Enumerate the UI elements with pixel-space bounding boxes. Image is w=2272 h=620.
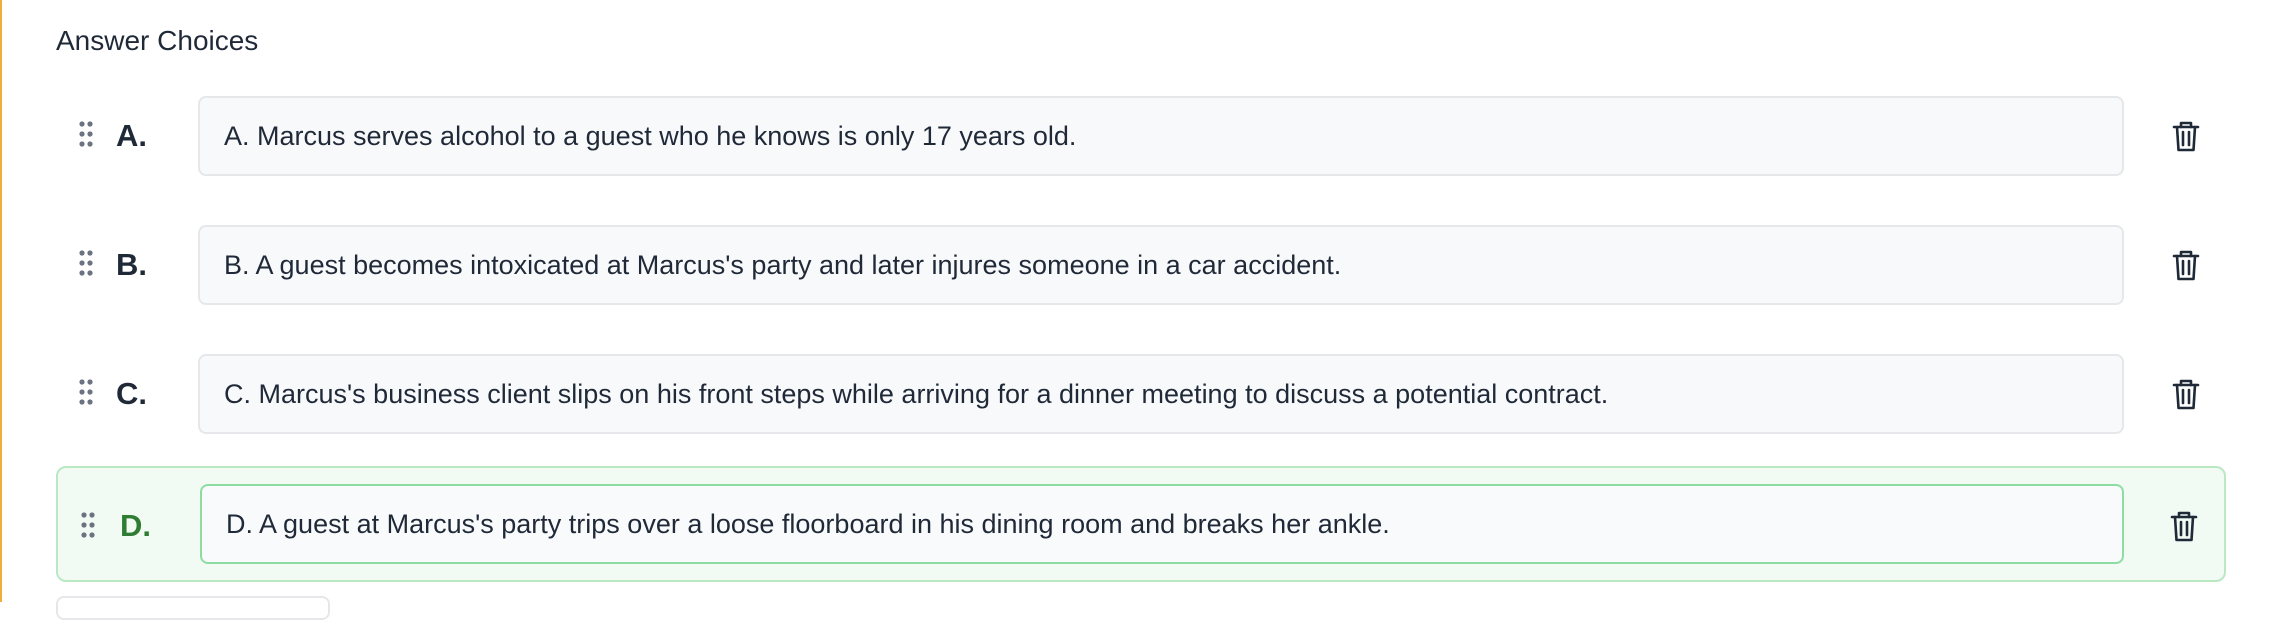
- answer-choice-row-a: A.: [56, 96, 2226, 176]
- delete-choice-button[interactable]: [2166, 116, 2206, 156]
- answer-choice-row-b: B.: [56, 225, 2226, 305]
- choice-text-input[interactable]: [198, 96, 2124, 176]
- drag-handle-icon[interactable]: [78, 378, 94, 406]
- choice-letter: D.: [120, 508, 151, 543]
- choice-text-input[interactable]: [198, 225, 2124, 305]
- drag-handle-icon[interactable]: [78, 249, 94, 277]
- trash-icon: [2166, 250, 2206, 288]
- answer-choice-row-c: C.: [56, 354, 2226, 434]
- add-choice-button[interactable]: [56, 596, 330, 620]
- choice-letter: B.: [116, 247, 147, 282]
- delete-choice-button[interactable]: [2166, 374, 2206, 414]
- answer-choice-row-d: D.: [56, 466, 2226, 582]
- drag-handle-icon[interactable]: [80, 511, 96, 539]
- section-title: Answer Choices: [56, 25, 259, 56]
- delete-choice-button[interactable]: [2166, 245, 2206, 285]
- answer-choices-panel: Answer Choices A. B. C.: [0, 0, 2272, 620]
- choice-text-input[interactable]: [200, 484, 2124, 564]
- choice-letter: C.: [116, 376, 147, 411]
- trash-icon: [2166, 379, 2206, 417]
- choice-letter: A.: [116, 118, 147, 153]
- choice-text-input[interactable]: [198, 354, 2124, 434]
- delete-choice-button[interactable]: [2164, 506, 2204, 546]
- trash-icon: [2164, 511, 2204, 549]
- drag-handle-icon[interactable]: [78, 120, 94, 148]
- trash-icon: [2166, 121, 2206, 159]
